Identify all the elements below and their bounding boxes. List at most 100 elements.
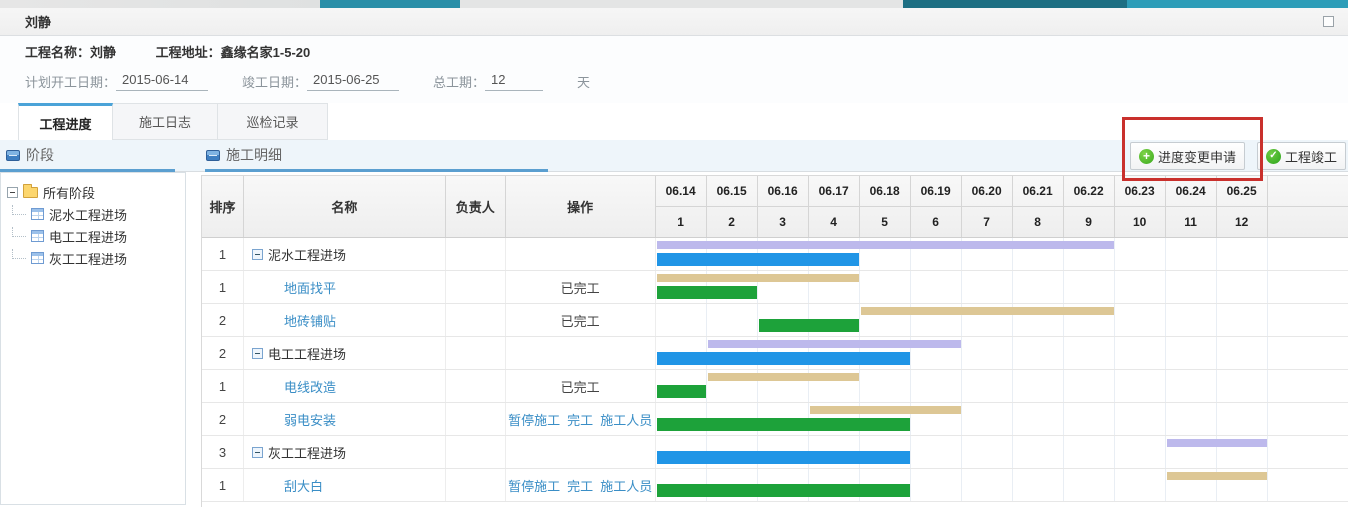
gantt-bar-planned xyxy=(1167,439,1267,447)
row-name: 电工工程进场 xyxy=(244,337,446,369)
gantt-cell xyxy=(656,370,1348,402)
row-operations xyxy=(506,238,656,270)
day-number-header: 5 xyxy=(860,207,911,237)
gantt-bar-actual xyxy=(657,385,706,398)
tabbar-segment xyxy=(1127,0,1348,8)
date-column-header: 06.23 xyxy=(1115,176,1166,206)
header-operations: 操作 xyxy=(506,176,656,237)
row-owner xyxy=(446,238,506,270)
task-name-link[interactable]: 弱电安装 xyxy=(244,410,336,429)
table-row: 2地砖铺贴已完工 xyxy=(202,304,1348,337)
tree-children: 泥水工程进场电工工程进场灰工工程进场 xyxy=(7,203,179,269)
project-completion-label: 工程竣工 xyxy=(1285,147,1337,166)
duration-field[interactable]: 12 xyxy=(485,72,543,91)
row-order: 1 xyxy=(202,271,244,303)
project-name-label: 工程名称： xyxy=(25,45,90,60)
project-dates-row: 计划开工日期： 2015-06-14 竣工日期： 2015-06-25 总工期：… xyxy=(25,72,590,91)
gantt-grid xyxy=(656,238,1269,270)
tree-connector-line xyxy=(12,227,26,237)
maximize-icon[interactable] xyxy=(1323,16,1334,27)
gantt-grid xyxy=(656,403,1269,435)
status-text: 已完工 xyxy=(561,377,600,396)
duration-unit: 天 xyxy=(577,72,590,91)
tabbar-segment xyxy=(460,0,903,8)
panel-icon xyxy=(6,150,20,161)
tree-item-label: 灰工工程进场 xyxy=(49,249,127,268)
stage-tree-panel: 所有阶段 泥水工程进场电工工程进场灰工工程进场 xyxy=(0,172,186,505)
duration-label: 总工期： xyxy=(433,72,485,91)
day-number-header: 12 xyxy=(1217,207,1268,237)
project-address-label: 工程地址： xyxy=(156,45,221,60)
row-owner xyxy=(446,403,506,435)
finish-date-field[interactable]: 2015-06-25 xyxy=(307,72,399,91)
table-body: 1泥水工程进场1地面找平已完工2地砖铺贴已完工2电工工程进场1电线改造已完工2弱… xyxy=(202,238,1348,502)
gantt-date-row: 06.1406.1506.1606.1706.1806.1906.2006.21… xyxy=(656,176,1348,207)
gantt-grid xyxy=(656,337,1269,369)
day-number-header: 8 xyxy=(1013,207,1064,237)
progress-change-request-button[interactable]: + 进度变更申请 xyxy=(1130,142,1245,170)
operation-link[interactable]: 施工人员 xyxy=(600,476,652,495)
task-name-link[interactable]: 地面找平 xyxy=(244,278,336,297)
row-order: 3 xyxy=(202,436,244,468)
row-name: 刮大白 xyxy=(244,469,446,501)
collapse-expander-icon[interactable] xyxy=(7,187,18,198)
row-name: 弱电安装 xyxy=(244,403,446,435)
row-owner xyxy=(446,304,506,336)
tree-root-item[interactable]: 所有阶段 xyxy=(7,181,179,203)
tab-inspection-record[interactable]: 巡检记录 xyxy=(218,103,328,140)
gantt-cell xyxy=(656,238,1348,270)
date-column-header: 06.20 xyxy=(962,176,1013,206)
window-titlebar: 刘静 xyxy=(0,8,1348,36)
day-number-header: 2 xyxy=(707,207,758,237)
table-header: 排序 名称 负责人 操作 06.1406.1506.1606.1706.1806… xyxy=(202,176,1348,238)
gantt-cell xyxy=(656,403,1348,435)
window-title: 刘静 xyxy=(25,12,51,31)
tree-item[interactable]: 泥水工程进场 xyxy=(12,203,179,225)
operation-link[interactable]: 暂停施工 xyxy=(508,476,560,495)
gantt-grid xyxy=(656,370,1269,402)
collapse-icon[interactable] xyxy=(252,348,263,359)
gantt-grid xyxy=(656,304,1269,336)
gantt-bar-actual xyxy=(657,484,910,497)
clipped-browser-tabbar xyxy=(0,0,1348,8)
task-name-link[interactable]: 刮大白 xyxy=(244,476,323,495)
project-completion-button[interactable]: ✓ 工程竣工 xyxy=(1257,142,1346,170)
task-name-link[interactable]: 地砖铺贴 xyxy=(244,311,336,330)
tree-root-label: 所有阶段 xyxy=(43,183,95,202)
row-name: 地砖铺贴 xyxy=(244,304,446,336)
plan-start-field[interactable]: 2015-06-14 xyxy=(116,72,208,91)
toolbar: + 进度变更申请 ✓ 工程竣工 xyxy=(1130,142,1346,170)
operation-link[interactable]: 暂停施工 xyxy=(508,410,560,429)
tabbar-active-segment xyxy=(320,0,460,8)
operation-link[interactable]: 完工 xyxy=(567,410,593,429)
detail-title-underline xyxy=(205,169,548,172)
tab-construction-log[interactable]: 施工日志 xyxy=(113,103,218,140)
table-row: 1地面找平已完工 xyxy=(202,271,1348,304)
tree-item-label: 泥水工程进场 xyxy=(49,205,127,224)
folder-icon xyxy=(23,187,38,198)
tab-project-progress[interactable]: 工程进度 xyxy=(18,103,113,140)
row-order: 1 xyxy=(202,238,244,270)
construction-detail-table: 排序 名称 负责人 操作 06.1406.1506.1606.1706.1806… xyxy=(201,175,1348,507)
tree-item[interactable]: 灰工工程进场 xyxy=(12,247,179,269)
date-column-header: 06.17 xyxy=(809,176,860,206)
day-number-header: 1 xyxy=(656,207,707,237)
gantt-bar-planned xyxy=(708,340,961,348)
operation-link[interactable]: 施工人员 xyxy=(600,410,652,429)
collapse-icon[interactable] xyxy=(252,249,263,260)
tree-connector-line xyxy=(12,205,26,215)
operation-link[interactable]: 完工 xyxy=(567,476,593,495)
date-column-header: 06.19 xyxy=(911,176,962,206)
header-name: 名称 xyxy=(244,176,446,237)
collapse-icon[interactable] xyxy=(252,447,263,458)
gantt-bar-planned xyxy=(657,241,1114,249)
row-owner xyxy=(446,370,506,402)
tab-bar: 工程进度 施工日志 巡检记录 xyxy=(0,103,1348,140)
gantt-cell xyxy=(656,436,1348,468)
table-row: 2弱电安装暂停施工完工施工人员 xyxy=(202,403,1348,436)
table-icon xyxy=(31,208,44,220)
tree-item[interactable]: 电工工程进场 xyxy=(12,225,179,247)
row-operations xyxy=(506,337,656,369)
table-icon xyxy=(31,230,44,242)
task-name-link[interactable]: 电线改造 xyxy=(244,377,336,396)
